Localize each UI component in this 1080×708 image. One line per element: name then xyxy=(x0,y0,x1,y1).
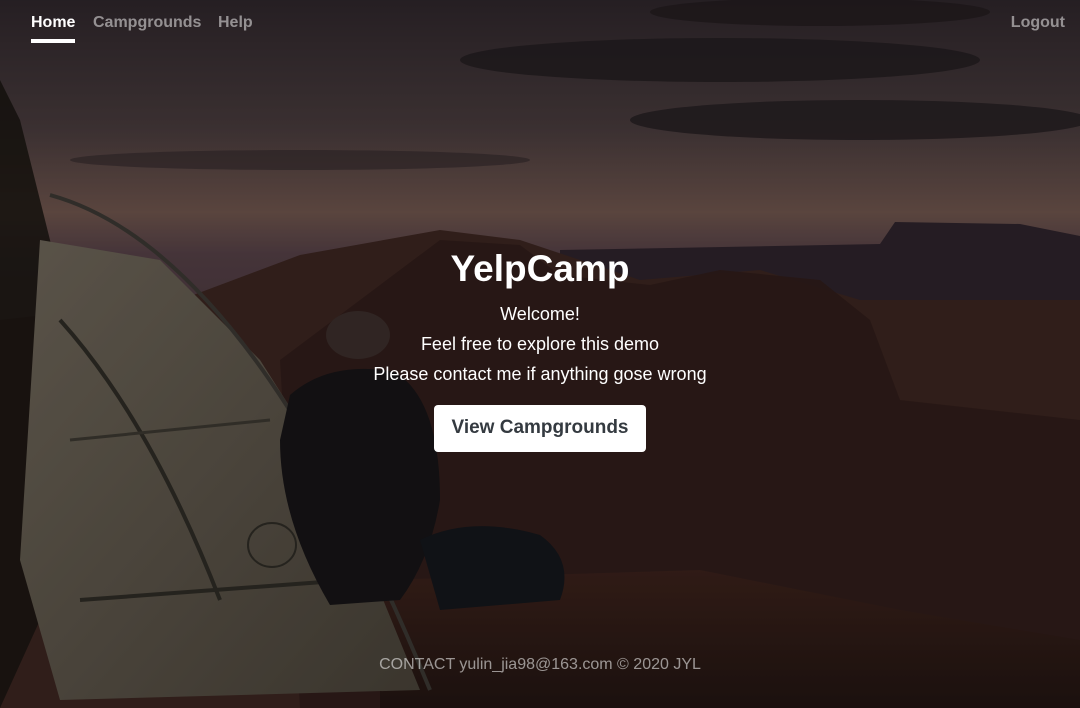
top-nav: Home Campgrounds Help Logout xyxy=(0,0,1080,48)
welcome-text: Welcome! xyxy=(500,304,580,324)
view-campgrounds-button[interactable]: View Campgrounds xyxy=(434,405,646,452)
nav-home-link[interactable]: Home xyxy=(31,13,76,43)
nav-help-link[interactable]: Help xyxy=(218,13,253,33)
explore-text: Feel free to explore this demo xyxy=(420,334,660,354)
nav-campgrounds-link[interactable]: Campgrounds xyxy=(93,13,201,33)
landing-page: Home Campgrounds Help Logout YelpCamp We… xyxy=(0,0,1080,708)
contact-text: Please contact me if anything gose wrong xyxy=(373,364,707,384)
footer-contact-text: CONTACT yulin_jia98@163.com © 2020 JYL xyxy=(379,656,701,673)
footer: CONTACT yulin_jia98@163.com © 2020 JYL xyxy=(0,655,1080,675)
hero-section: YelpCamp Welcome! Feel free to explore t… xyxy=(0,246,1080,452)
nav-logout-link[interactable]: Logout xyxy=(1011,13,1065,33)
site-title: YelpCamp xyxy=(450,248,630,289)
